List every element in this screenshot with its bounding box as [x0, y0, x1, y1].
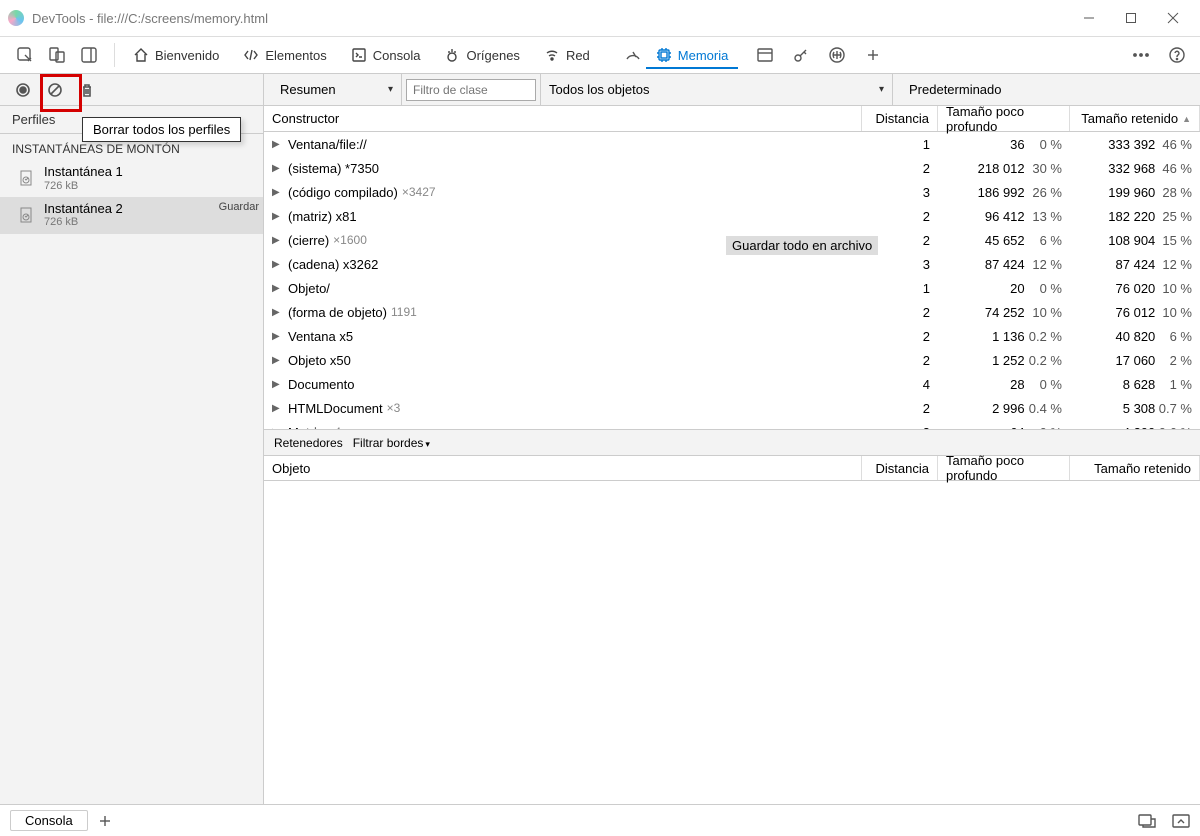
- tab-elements[interactable]: Elementos: [233, 41, 336, 69]
- table-row[interactable]: ▶(sistema) *73502218 01230 %332 96846 %: [264, 156, 1200, 180]
- expander-icon[interactable]: ▶: [272, 427, 284, 430]
- expander-icon[interactable]: ▶: [272, 403, 284, 414]
- header-distance[interactable]: Distancia: [862, 106, 938, 131]
- retainers-bar: Retenedores Filtrar bordes: [264, 429, 1200, 455]
- retainers-body: [264, 481, 1200, 804]
- snapshot-save-link[interactable]: Guardar: [219, 201, 259, 213]
- tab-elements-label: Elementos: [265, 48, 326, 63]
- content-area: Resumen Todos los objetos Predeterminado…: [264, 74, 1200, 804]
- tab-welcome[interactable]: Bienvenido: [123, 41, 229, 69]
- add-drawer-icon[interactable]: [96, 812, 114, 830]
- tab-network-label: Red: [566, 48, 590, 63]
- minimize-button[interactable]: [1082, 11, 1096, 25]
- tab-console-label: Consola: [373, 48, 421, 63]
- expander-icon[interactable]: ▶: [272, 163, 284, 174]
- expander-icon[interactable]: ▶: [272, 355, 284, 366]
- retainers-label: Retenedores: [274, 436, 343, 450]
- inspect-icon[interactable]: [16, 46, 34, 64]
- lower-header-distance[interactable]: Distancia: [862, 456, 938, 480]
- profiles-header: Perfiles: [12, 112, 55, 127]
- close-button[interactable]: [1166, 11, 1180, 25]
- header-retained[interactable]: Tamaño retenido▲: [1070, 106, 1200, 131]
- table-row[interactable]: ▶(matriz) x81296 41213 %182 22025 %: [264, 204, 1200, 228]
- highlight-box: [40, 74, 82, 112]
- tab-network[interactable]: Red: [534, 41, 600, 69]
- table-row[interactable]: ▶Ventana x521 1360.2 %40 8206 %: [264, 324, 1200, 348]
- snapshot-1-size: 726 kB: [44, 180, 123, 193]
- dock-icon[interactable]: [80, 46, 98, 64]
- record-icon[interactable]: [14, 81, 32, 99]
- maximize-button[interactable]: [1124, 11, 1138, 25]
- application-icon[interactable]: [756, 46, 774, 64]
- lower-header-shallow[interactable]: Tamaño poco profundo: [938, 456, 1070, 480]
- expander-icon[interactable]: ▶: [272, 187, 284, 198]
- constructors-table: Guardar todo en archivo Constructor Dist…: [264, 106, 1200, 429]
- view-dropdown[interactable]: Resumen: [272, 74, 402, 105]
- expander-icon[interactable]: ▶: [272, 139, 284, 150]
- header-shallow[interactable]: Tamaño poco profundo: [938, 106, 1070, 131]
- performance-icon[interactable]: [624, 46, 642, 64]
- titlebar: DevTools - file:///C:/screens/memory.htm…: [0, 0, 1200, 36]
- issues-icon[interactable]: [1138, 812, 1156, 830]
- snapshot-2-size: 726 kB: [44, 216, 123, 229]
- statusbar: Consola: [0, 804, 1200, 836]
- tab-console[interactable]: Consola: [341, 41, 431, 69]
- security-icon[interactable]: [792, 46, 810, 64]
- class-filter-input[interactable]: [406, 79, 536, 101]
- table-row[interactable]: ▶(cadena) x3262387 42412 %87 42412 %: [264, 252, 1200, 276]
- table-body[interactable]: ▶Ventana/file://1360 %333 39246 %▶(siste…: [264, 132, 1200, 429]
- expander-icon[interactable]: ▶: [272, 235, 284, 246]
- app-favicon: [8, 10, 24, 26]
- tab-welcome-label: Bienvenido: [155, 48, 219, 63]
- expander-icon[interactable]: ▶: [272, 379, 284, 390]
- default-label: Predeterminado: [893, 74, 1192, 105]
- more-icon[interactable]: [1132, 46, 1150, 64]
- table-row[interactable]: ▶Ventana/file://1360 %333 39246 %: [264, 132, 1200, 156]
- window-title: DevTools - file:///C:/screens/memory.htm…: [32, 11, 268, 26]
- tooltip-clear-profiles: Borrar todos los perfiles: [82, 117, 241, 142]
- add-tab-icon[interactable]: [864, 46, 882, 64]
- tab-sources[interactable]: Orígenes: [434, 41, 529, 69]
- expander-icon[interactable]: ▶: [272, 283, 284, 294]
- filter-bar: Resumen Todos los objetos Predeterminado: [264, 74, 1200, 106]
- lower-header-object[interactable]: Objeto: [264, 456, 862, 480]
- device-icon[interactable]: [48, 46, 66, 64]
- tab-memory[interactable]: Memoria: [646, 41, 739, 69]
- tab-memory-label: Memoria: [678, 48, 729, 63]
- table-row[interactable]: ▶HTMLDocument×322 9960.4 %5 3080.7 %: [264, 396, 1200, 420]
- objects-dropdown[interactable]: Todos los objetos: [541, 74, 893, 105]
- save-all-button[interactable]: Guardar todo en archivo: [726, 236, 878, 255]
- snapshot-1-name: Instantánea 1: [44, 164, 123, 180]
- snapshot-icon: [18, 206, 36, 224]
- help-icon[interactable]: [1168, 46, 1186, 64]
- drawer-console-tab[interactable]: Consola: [10, 810, 88, 831]
- expander-icon[interactable]: ▶: [272, 259, 284, 270]
- lighthouse-icon[interactable]: [828, 46, 846, 64]
- snapshot-item-1[interactable]: Instantánea 1 726 kB: [0, 160, 263, 197]
- retainers-filter-dropdown[interactable]: Filtrar bordes: [353, 436, 430, 450]
- table-row[interactable]: ▶(código compilado)×34273186 99226 %199 …: [264, 180, 1200, 204]
- table-row[interactable]: ▶Objeto/1200 %76 02010 %: [264, 276, 1200, 300]
- snapshot-2-name: Instantánea 2: [44, 201, 123, 217]
- expand-drawer-icon[interactable]: [1172, 812, 1190, 830]
- tab-sources-label: Orígenes: [466, 48, 519, 63]
- table-row[interactable]: ▶Matriz×43640 %4 2000.6 %: [264, 420, 1200, 429]
- table-row[interactable]: ▶Objeto x5021 2520.2 %17 0602 %: [264, 348, 1200, 372]
- table-row[interactable]: ▶Documento4280 %8 6281 %: [264, 372, 1200, 396]
- sort-indicator-icon: ▲: [1182, 114, 1191, 124]
- expander-icon[interactable]: ▶: [272, 331, 284, 342]
- header-constructor[interactable]: Constructor: [264, 106, 862, 131]
- expander-icon[interactable]: ▶: [272, 211, 284, 222]
- snapshot-item-2[interactable]: Instantánea 2 726 kB Guardar: [0, 197, 263, 234]
- main-toolbar: Bienvenido Elementos Consola Orígenes Re…: [0, 36, 1200, 74]
- table-row[interactable]: ▶(forma de objeto)1191274 25210 %76 0121…: [264, 300, 1200, 324]
- lower-header-retained[interactable]: Tamaño retenido: [1070, 456, 1200, 480]
- snapshot-icon: [18, 169, 36, 187]
- sidebar: Perfiles INSTANTÁNEAS DE MONTÓN Instantá…: [0, 74, 264, 804]
- expander-icon[interactable]: ▶: [272, 307, 284, 318]
